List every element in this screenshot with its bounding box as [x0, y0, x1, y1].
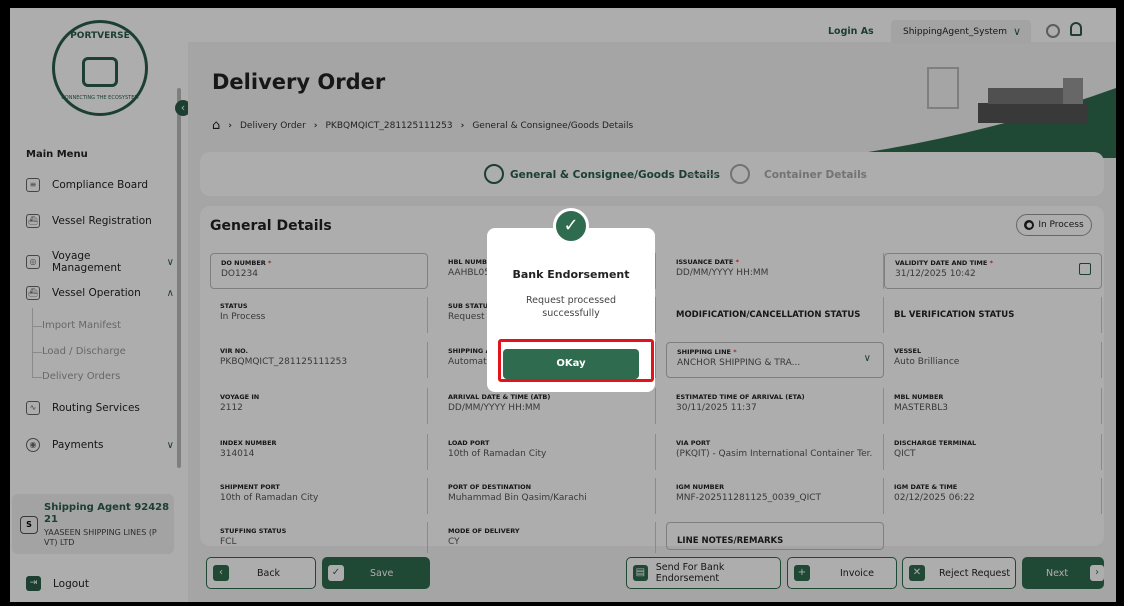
app-window: PORTVERSE CONNECTING THE ECOSYSTEM ‹ Mai… — [10, 8, 1116, 602]
success-check-icon: ✓ — [553, 208, 589, 244]
ok-button-highlight — [498, 339, 654, 382]
dialog-title: Bank Endorsement — [512, 268, 630, 281]
dialog-message: Request processed successfully — [526, 295, 616, 319]
